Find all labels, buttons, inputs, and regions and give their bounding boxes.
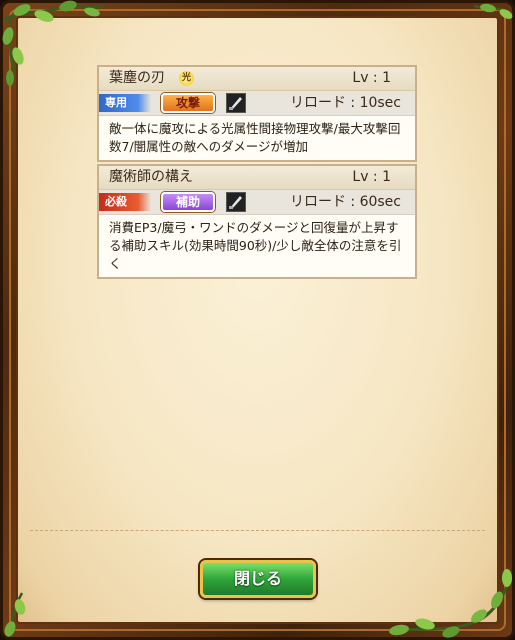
divider: [30, 530, 485, 531]
skill-type-tag: 必殺: [99, 193, 151, 211]
skill-tag-row: 専用 攻撃 リロード : 10sec: [99, 91, 415, 116]
vine-decoration-top-right: [473, 3, 513, 19]
close-button[interactable]: 閉じる: [200, 560, 316, 598]
skill-name: 葉塵の刃: [109, 70, 165, 86]
weapon-icon: [226, 192, 246, 212]
skill-description: 消費EP3/魔弓・ワンドのダメージと回復量が上昇する補助スキル(効果時間90秒)…: [109, 220, 402, 271]
skill-type-tag: 専用: [99, 94, 151, 112]
vine-decoration-bottom-right: [388, 569, 512, 638]
skill-description: 敵一体に魔攻による光属性間接物理攻撃/最大攻撃回数7/闇属性の敵へのダメージが増…: [109, 121, 401, 154]
weapon-icon: [226, 93, 246, 113]
skill-tag-row: 必殺 補助 リロード : 60sec: [99, 190, 415, 215]
skill-name: 魔術師の構え: [109, 169, 193, 185]
skill-category-badge: 攻撃: [161, 93, 215, 113]
skill-reload: リロード : 60sec: [289, 194, 401, 210]
vine-decoration-bottom-left: [4, 592, 26, 637]
skill-reload: リロード : 10sec: [289, 95, 401, 111]
skill-card: 葉塵の刃 光 Lv : 1 専用 攻撃 リロード : 10sec 敵一体に魔攻に…: [97, 65, 417, 162]
skill-header: 葉塵の刃 光 Lv : 1: [99, 67, 415, 91]
vine-decoration-top-left: [2, 0, 105, 86]
light-element-icon: 光: [179, 71, 194, 86]
skill-card: 魔術師の構え Lv : 1 必殺 補助 リロード : 60sec 消費EP3/魔…: [97, 164, 417, 279]
skill-category-badge: 補助: [161, 192, 215, 212]
skill-header: 魔術師の構え Lv : 1: [99, 166, 415, 190]
skill-level: Lv : 1: [352, 70, 391, 86]
skill-level: Lv : 1: [352, 169, 391, 185]
